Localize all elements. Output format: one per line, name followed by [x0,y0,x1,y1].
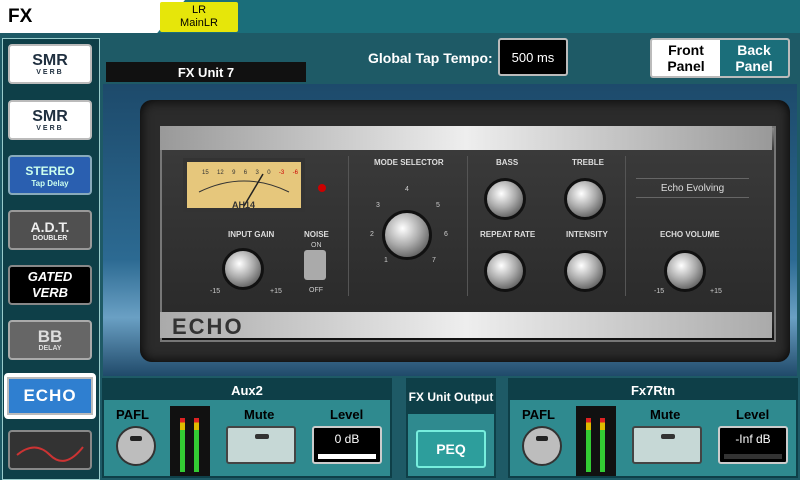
fx-type-subtitle: VERB [31,285,69,300]
level-meter [576,406,616,476]
panel-toggle: Front Panel Back Panel [650,38,790,78]
peq-button[interactable]: PEQ [416,430,486,468]
bass-label: BASS [496,158,519,167]
routing-badge[interactable]: LR MainLR [160,2,238,32]
fx-type-title: BB [37,326,63,346]
fx-unit-output: FX Unit Output PEQ [406,378,496,478]
input-strip: Aux2 PAFL Mute Level 0 dB [102,378,392,478]
level-label: Level [736,407,770,422]
clip-led [318,184,326,192]
fx-type-title: GATED [27,269,73,284]
input-gain-min: -15 [210,288,221,295]
fx-type-title: ECHO [7,377,93,415]
routing-line-2: MainLR [180,17,218,29]
return-strip-name: Fx7Rtn [510,380,796,400]
echo-volume-min: -15 [654,288,665,295]
mute-button[interactable] [226,426,296,464]
fx-type-bb-delay[interactable]: BB DELAY [8,320,92,360]
vu-scale-labels: 15 12 9 6 3 0 -3 -6 [202,170,298,176]
preset-name-display: Echo Evolving [636,178,749,198]
fx-type-subtitle: DELAY [38,344,62,352]
tap-tempo-label: Global Tap Tempo: [368,50,493,66]
back-panel-tab[interactable]: Back Panel [720,40,788,76]
fx-output-title: FX Unit Output [408,380,494,414]
treble-knob[interactable] [564,178,606,220]
input-gain-knob[interactable] [222,248,264,290]
fx-type-title: A.D.T. [30,218,70,235]
level-label: Level [330,407,364,422]
fx-type-adt-doubler[interactable]: A.D.T. DOUBLER [8,210,92,250]
level-fader[interactable]: 0 dB [312,426,382,464]
noise-on-label: ON [311,242,322,249]
fx-type-extra[interactable] [8,430,92,470]
return-strip: Fx7Rtn PAFL Mute Level -Inf dB [508,378,798,478]
input-gain-max: +15 [270,288,282,295]
input-strip-name: Aux2 [104,380,390,400]
pafl-label: PAFL [116,407,149,422]
mode-selector-knob[interactable] [382,210,432,260]
fx-unit-label: FX Unit 7 [106,62,306,82]
level-track [318,454,376,459]
fx-type-echo-selected[interactable]: ECHO [4,373,96,419]
front-panel-tab[interactable]: Front Panel [652,40,720,76]
level-meter [170,406,210,476]
page-title: FX [8,6,33,27]
section-divider [348,156,349,296]
mute-label: Mute [650,407,681,422]
mode-pos-3: 3 [376,202,380,209]
repeat-rate-knob[interactable] [484,250,526,292]
vu-meter-label: AH14 [232,200,256,210]
page-title-tab: FX [0,0,185,33]
section-divider [467,156,468,296]
fx-type-title: SMR [32,107,68,125]
fx-type-smr-verb-2[interactable]: SMR VERB [8,100,92,140]
routing-line-1: LR [191,4,207,16]
fx-type-title: STEREO [25,163,75,178]
intensity-label: INTENSITY [566,230,608,239]
repeat-rate-label: REPEAT RATE [480,230,536,239]
faceplate-bottom-trim [160,312,772,338]
bass-knob[interactable] [484,178,526,220]
mode-pos-4: 4 [405,186,409,193]
pafl-button[interactable] [522,426,562,466]
level-fader[interactable]: -Inf dB [718,426,788,464]
mode-pos-6: 6 [444,231,448,238]
mode-pos-5: 5 [436,202,440,209]
echo-volume-knob[interactable] [664,250,706,292]
tap-tempo-button[interactable]: 500 ms [498,38,568,76]
fx-type-stereo-tap-delay[interactable]: STEREO Tap Delay [8,155,92,195]
mute-button[interactable] [632,426,702,464]
pafl-label: PAFL [522,407,555,422]
fx-graph-icon [16,446,84,462]
fx-type-smr-verb-1[interactable]: SMR VERB [8,44,92,84]
mute-label: Mute [244,407,275,422]
mode-pos-2: 2 [370,231,374,238]
treble-label: TREBLE [572,158,604,167]
mode-pos-1: 1 [384,257,388,264]
fx-type-subtitle: Tap Delay [31,178,69,188]
device-brand: ECHO [172,314,244,339]
mode-selector-label: MODE SELECTOR [374,158,444,167]
echo-volume-max: +15 [710,288,722,295]
fx-type-gated-verb[interactable]: GATED VERB [8,265,92,305]
level-track [724,454,782,459]
input-gain-label: INPUT GAIN [228,230,275,239]
noise-toggle[interactable] [304,250,326,280]
echo-volume-label: ECHO VOLUME [660,230,720,239]
fx-type-subtitle: VERB [36,68,64,76]
section-divider [625,156,626,296]
noise-label: NOISE [304,230,329,239]
mode-pos-7: 7 [432,257,436,264]
fx-type-title: SMR [32,51,68,69]
noise-off-label: OFF [309,287,323,294]
pafl-button[interactable] [116,426,156,466]
fx-type-subtitle: DOUBLER [32,234,68,242]
fx-type-subtitle: VERB [36,124,64,132]
intensity-knob[interactable] [564,250,606,292]
faceplate-top-trim [160,126,772,150]
